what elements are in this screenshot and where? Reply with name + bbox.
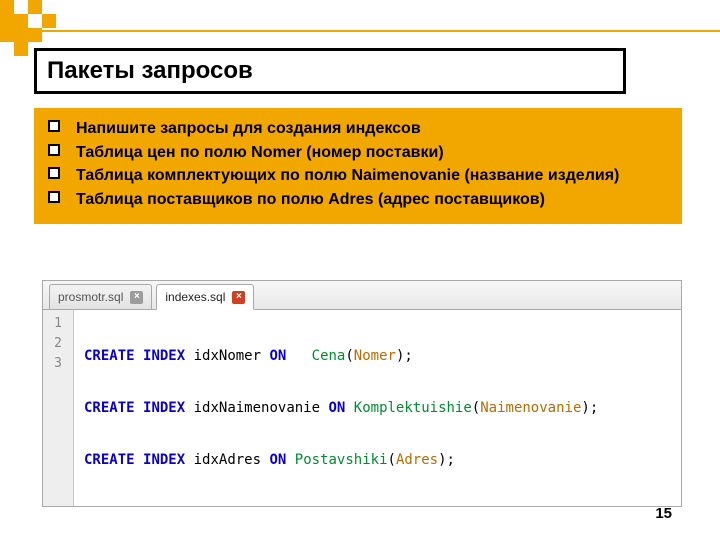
- line-number: 3: [43, 354, 73, 374]
- task-item: Напишите запросы для создания индексов: [48, 118, 668, 140]
- line-gutter: 1 2 3: [43, 310, 74, 506]
- code-area: 1 2 3 CREATE INDEX idxNomer ON Cena(Nome…: [43, 310, 681, 506]
- task-panel: Напишите запросы для создания индексов Т…: [34, 108, 682, 224]
- top-divider: [0, 30, 720, 32]
- tab-indexes[interactable]: indexes.sql ×: [156, 284, 254, 310]
- tab-prosmotr[interactable]: prosmotr.sql ×: [49, 284, 152, 309]
- task-item: Таблица поставщиков по полю Adres (адрес…: [48, 189, 668, 211]
- tab-label: prosmotr.sql: [58, 290, 123, 304]
- page-title: Пакеты запросов: [34, 48, 626, 94]
- tab-bar: prosmotr.sql × indexes.sql ×: [43, 281, 681, 310]
- close-icon[interactable]: ×: [130, 291, 143, 304]
- line-number: 1: [43, 314, 73, 334]
- code-line: CREATE INDEX idxNomer ON Cena(Nomer);: [84, 346, 671, 366]
- page-number: 15: [655, 505, 672, 522]
- line-number: 2: [43, 334, 73, 354]
- tab-label: indexes.sql: [165, 290, 225, 304]
- task-item: Таблица комплектующих по полю Naimenovan…: [48, 165, 668, 187]
- code-body: CREATE INDEX idxNomer ON Cena(Nomer); CR…: [74, 310, 681, 506]
- code-line: CREATE INDEX idxAdres ON Postavshiki(Adr…: [84, 450, 671, 470]
- code-line: CREATE INDEX idxNaimenovanie ON Komplekt…: [84, 398, 671, 418]
- close-icon[interactable]: ×: [232, 291, 245, 304]
- task-item: Таблица цен по полю Nomer (номер поставк…: [48, 142, 668, 164]
- code-editor: prosmotr.sql × indexes.sql × 1 2 3 CREAT…: [42, 280, 682, 507]
